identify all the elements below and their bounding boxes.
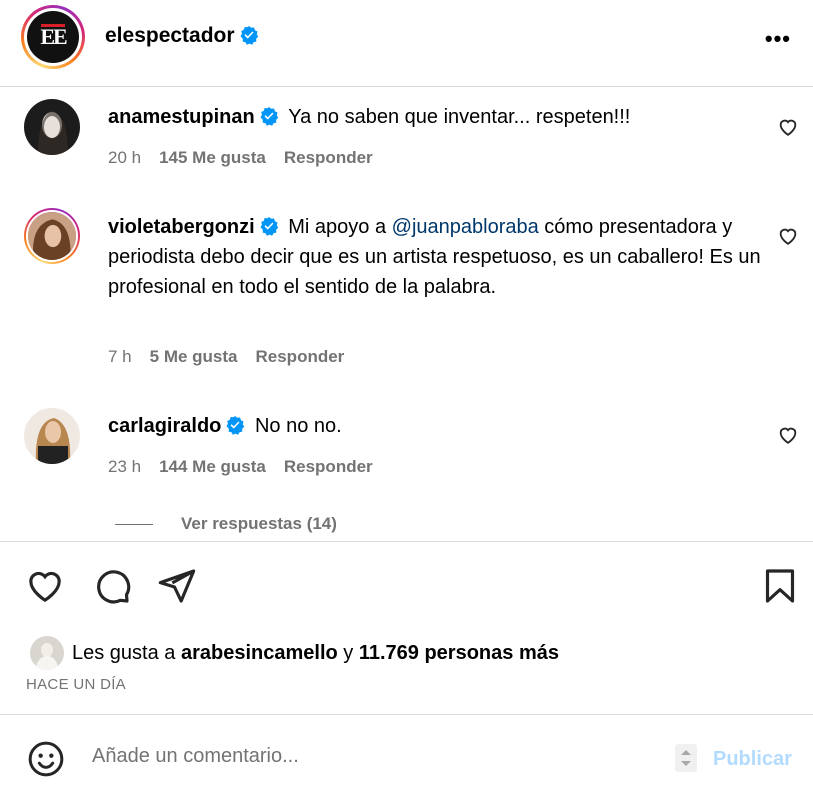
comment-body: No no no. [254, 415, 342, 437]
like-heart-icon[interactable] [25, 566, 65, 606]
comment-text: carlagiraldo No no no. [108, 411, 763, 441]
header-username-text[interactable]: elespectador [105, 24, 235, 47]
publish-button[interactable]: Publicar [713, 748, 792, 771]
likes-middle: y [337, 641, 359, 664]
resize-stepper-icon [675, 744, 697, 772]
comment-meta: 7 h 5 Me gusta Responder [108, 347, 362, 367]
more-options-icon[interactable]: ••• [765, 26, 791, 52]
comment-likes[interactable]: 145 Me gusta [159, 148, 266, 167]
like-comment-heart-icon[interactable] [777, 116, 799, 138]
comment-username[interactable]: carlagiraldo [108, 415, 221, 437]
likes-summary: Les gusta a arabesincamello y 11.769 per… [30, 636, 559, 670]
comment-meta: 20 h 145 Me gusta Responder [108, 148, 391, 168]
reply-button[interactable]: Responder [284, 457, 373, 476]
replies-divider [115, 524, 153, 526]
view-replies-label[interactable]: Ver respuestas (14) [181, 514, 337, 533]
comment-input[interactable] [92, 745, 652, 768]
comment-time: 23 h [108, 457, 142, 476]
comment-text: violetabergonzi Mi apoyo a @juanpablorab… [108, 212, 763, 302]
comment-text: anamestupinan Ya no saben que inventar..… [108, 102, 763, 132]
liker-avatar[interactable] [30, 636, 64, 670]
mention-link[interactable]: @juanpabloraba [392, 216, 539, 238]
comment-likes[interactable]: 144 Me gusta [159, 457, 266, 476]
post-header: EE elespectador ••• [0, 0, 813, 87]
comment-avatar[interactable] [24, 99, 80, 155]
comment-username[interactable]: violetabergonzi [108, 216, 255, 238]
verified-icon [260, 107, 278, 126]
save-bookmark-icon[interactable] [760, 566, 800, 606]
likes-count[interactable]: 11.769 personas más [359, 642, 559, 665]
comment-time: 20 h [108, 148, 142, 167]
comment-body: Ya no saben que inventar... respeten!!! [288, 106, 631, 128]
comment-avatar[interactable] [24, 208, 80, 264]
verified-icon [240, 26, 258, 45]
comment-time: 7 h [108, 347, 132, 366]
emoji-icon[interactable] [26, 739, 66, 779]
share-send-icon[interactable] [157, 566, 197, 606]
profile-avatar[interactable]: EE [21, 5, 85, 69]
add-comment-bar: Publicar [0, 714, 813, 787]
like-comment-heart-icon[interactable] [777, 225, 799, 247]
verified-icon [260, 217, 278, 236]
comment-avatar[interactable] [24, 408, 80, 464]
post-actions: Les gusta a arabesincamello y 11.769 per… [0, 541, 813, 715]
likes-prefix: Les gusta a [72, 641, 181, 664]
comment-bubble-icon[interactable] [92, 566, 132, 606]
comment-body-start: Mi apoyo a [288, 216, 392, 238]
reply-button[interactable]: Responder [284, 148, 373, 167]
view-replies-button[interactable]: Ver respuestas (14) [115, 514, 337, 534]
comment-likes[interactable]: 5 Me gusta [150, 347, 238, 366]
comment-username[interactable]: anamestupinan [108, 106, 255, 128]
comment-meta: 23 h 144 Me gusta Responder [108, 457, 391, 477]
reply-button[interactable]: Responder [256, 347, 345, 366]
like-comment-heart-icon[interactable] [777, 424, 799, 446]
post-timestamp[interactable]: HACE UN DÍA [26, 676, 126, 693]
avatar-logo: EE [27, 11, 79, 63]
verified-icon [226, 416, 245, 435]
header-username[interactable]: elespectador [105, 24, 259, 48]
liker-username[interactable]: arabesincamello [181, 642, 338, 665]
